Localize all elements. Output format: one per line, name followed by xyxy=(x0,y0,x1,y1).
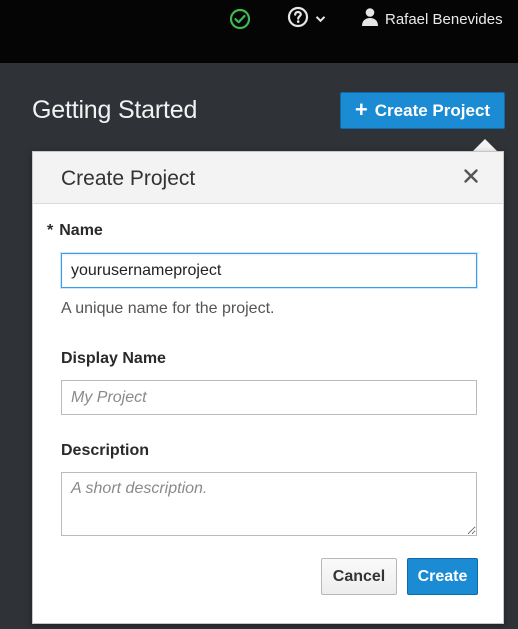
description-label: Description xyxy=(61,442,150,459)
page-title: Getting Started xyxy=(32,96,198,124)
name-label: * Name xyxy=(47,222,103,239)
cancel-button[interactable]: Cancel xyxy=(321,558,397,595)
display-name-label: Display Name xyxy=(61,350,166,367)
name-input[interactable] xyxy=(61,253,477,288)
status-check-icon[interactable] xyxy=(229,8,251,30)
user-menu[interactable]: Rafael Benevides xyxy=(361,8,503,30)
user-name: Rafael Benevides xyxy=(385,10,503,28)
chevron-down-icon xyxy=(315,10,326,28)
display-name-input[interactable] xyxy=(61,380,477,415)
popover-arrow xyxy=(473,139,497,151)
required-marker: * xyxy=(47,222,54,239)
plus-icon: + xyxy=(354,96,368,122)
help-menu[interactable] xyxy=(287,6,326,33)
create-button[interactable]: Create xyxy=(407,558,478,595)
description-textarea[interactable] xyxy=(61,472,477,536)
name-help-text: A unique name for the project. xyxy=(61,300,275,317)
masthead: Rafael Benevides xyxy=(0,0,518,63)
popover-header: Create Project xyxy=(33,152,503,204)
create-project-popover: Create Project *Name A unique name for t… xyxy=(32,151,504,624)
close-icon xyxy=(463,168,479,189)
user-icon xyxy=(361,7,379,31)
popover-title: Create Project xyxy=(61,167,196,190)
question-circle-icon xyxy=(287,6,309,33)
close-button[interactable] xyxy=(459,166,483,190)
create-project-button[interactable]: + Create Project xyxy=(340,92,505,129)
create-project-label: Create Project xyxy=(374,100,491,120)
